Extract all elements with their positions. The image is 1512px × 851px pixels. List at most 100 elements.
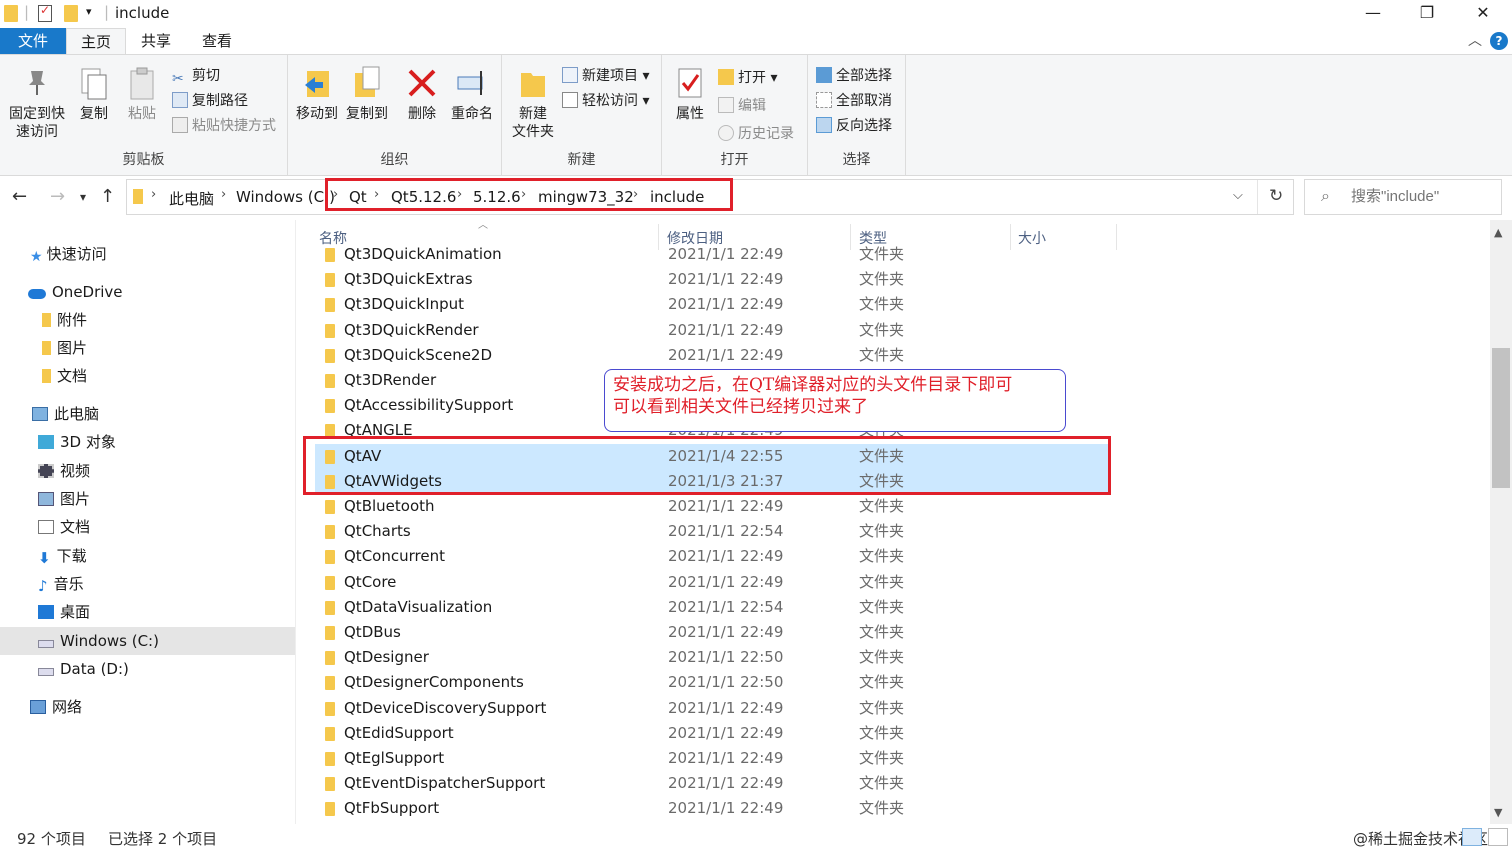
crumb-this-pc[interactable]: 此电脑 — [169, 188, 214, 209]
recent-locations-icon[interactable]: ▾ — [80, 190, 86, 204]
search-input[interactable] — [1351, 188, 1491, 205]
collapse-ribbon-icon[interactable]: ︿ — [1468, 30, 1482, 50]
copy-button[interactable]: 复制 — [72, 61, 116, 123]
file-type: 文件夹 — [859, 572, 905, 591]
refresh-icon[interactable]: ↻ — [1269, 186, 1283, 206]
table-row[interactable]: QtCharts 2021/1/1 22:54 文件夹 — [315, 519, 1110, 544]
sidebar-item-pictures[interactable]: 图片 — [0, 485, 295, 513]
move-to-button[interactable]: 移动到 — [292, 61, 342, 123]
cut-button[interactable]: ✂ 剪切 — [172, 65, 220, 87]
status-bar: 92 个项目 已选择 2 个项目 @稀土掘金技术社区 — [0, 824, 1512, 851]
vertical-scrollbar[interactable]: ▲ ▼ — [1490, 220, 1512, 824]
table-row[interactable]: QtEglSupport 2021/1/1 22:49 文件夹 — [315, 746, 1110, 771]
sidebar-item-onedrive[interactable]: OneDrive — [0, 278, 295, 306]
history-button[interactable]: 历史记录 — [718, 123, 794, 145]
table-row[interactable]: QtBluetooth 2021/1/1 22:49 文件夹 — [315, 494, 1110, 519]
table-row[interactable]: Qt3DQuickInput 2021/1/1 22:49 文件夹 — [315, 292, 1110, 317]
table-row[interactable]: QtDesignerComponents 2021/1/1 22:50 文件夹 — [315, 670, 1110, 695]
forward-arrow-icon[interactable]: → — [50, 186, 65, 207]
window-title: include — [115, 4, 170, 22]
sidebar-item-onedrive-pictures[interactable]: 图片 — [0, 334, 295, 362]
search-box[interactable]: ⌕ — [1304, 179, 1502, 215]
table-row[interactable]: Qt3DQuickRender 2021/1/1 22:49 文件夹 — [315, 318, 1110, 343]
table-row[interactable]: Qt3DQuickExtras 2021/1/1 22:49 文件夹 — [315, 267, 1110, 292]
table-row[interactable]: QtDBus 2021/1/1 22:49 文件夹 — [315, 620, 1110, 645]
sidebar-item-3d-objects[interactable]: 3D 对象 — [0, 428, 295, 456]
file-type: 文件夹 — [859, 673, 905, 692]
sidebar-item-data-d[interactable]: Data (D:) — [0, 655, 295, 683]
table-row[interactable]: QtDataVisualization 2021/1/1 22:54 文件夹 — [315, 595, 1110, 620]
up-arrow-icon[interactable]: ↑ — [100, 186, 115, 207]
tab-view[interactable]: 查看 — [186, 28, 248, 54]
drive-icon — [38, 640, 54, 648]
customize-toolbar-icon[interactable]: ▾ — [86, 5, 92, 18]
crumb-windows-c[interactable]: Windows (C:) — [236, 188, 335, 206]
scroll-thumb[interactable] — [1492, 348, 1510, 488]
edit-button[interactable]: 编辑 — [718, 95, 766, 117]
close-button[interactable]: ✕ — [1456, 0, 1510, 28]
file-date: 2021/1/1 22:50 — [668, 673, 784, 692]
table-row[interactable]: QtEventDispatcherSupport 2021/1/1 22:49 文件… — [315, 771, 1110, 796]
table-row[interactable]: QtDeviceDiscoverySupport 2021/1/1 22:49 文件… — [315, 696, 1110, 721]
table-row[interactable]: QtEdidSupport 2021/1/1 22:49 文件夹 — [315, 721, 1110, 746]
sidebar-item-onedrive-documents[interactable]: 文档 — [0, 362, 295, 390]
sidebar-item-music[interactable]: ♪ 音乐 — [0, 570, 295, 598]
sidebar-item-this-pc[interactable]: 此电脑 — [0, 400, 295, 428]
paste-shortcut-button[interactable]: 粘贴快捷方式 — [172, 115, 276, 137]
file-type: 文件夹 — [859, 270, 905, 289]
delete-button[interactable]: 删除 — [400, 61, 444, 123]
open-button[interactable]: 打开 ▾ — [718, 67, 777, 89]
sidebar-item-quick-access[interactable]: ★ 快速访问 — [0, 240, 295, 268]
new-folder-button[interactable]: 新建 文件夹 — [506, 61, 560, 141]
invert-selection-label: 反向选择 — [836, 118, 892, 134]
folder-icon — [325, 651, 335, 666]
tab-share[interactable]: 共享 — [126, 28, 186, 54]
folder-icon — [42, 369, 51, 383]
sidebar-item-windows-c[interactable]: Windows (C:) — [0, 627, 295, 655]
help-icon[interactable]: ? — [1490, 32, 1508, 50]
sidebar-item-videos[interactable]: 视频 — [0, 457, 295, 485]
back-arrow-icon[interactable]: ← — [12, 186, 27, 207]
file-name: Qt3DQuickRender — [344, 320, 479, 339]
properties-quick-icon[interactable]: ✓ — [38, 3, 52, 22]
sidebar-item-label: 网络 — [52, 698, 83, 716]
table-row[interactable]: QtDesigner 2021/1/1 22:50 文件夹 — [315, 645, 1110, 670]
properties-button[interactable]: 属性 — [668, 61, 712, 123]
new-item-icon — [562, 67, 578, 83]
select-none-button[interactable]: 全部取消 — [816, 90, 892, 112]
table-row[interactable]: Qt3DQuickScene2D 2021/1/1 22:49 文件夹 — [315, 343, 1110, 368]
details-view-icon[interactable] — [1462, 828, 1482, 846]
new-folder-quick-icon[interactable] — [64, 5, 78, 22]
tab-home[interactable]: 主页 — [66, 28, 126, 54]
cut-label: 剪切 — [192, 68, 220, 84]
history-label: 历史记录 — [738, 126, 794, 142]
sidebar-item-documents[interactable]: 文档 — [0, 513, 295, 541]
table-row[interactable]: QtFbSupport 2021/1/1 22:49 文件夹 — [315, 796, 1110, 821]
sidebar-item-attachments[interactable]: 附件 — [0, 306, 295, 334]
table-row[interactable]: QtConcurrent 2021/1/1 22:49 文件夹 — [315, 544, 1110, 569]
rename-button[interactable]: 重命名 — [446, 61, 498, 123]
copy-to-button[interactable]: 复制到 — [342, 61, 392, 123]
paste-button[interactable]: 粘贴 — [120, 61, 164, 123]
file-name: QtEventDispatcherSupport — [344, 774, 546, 793]
scroll-down-icon[interactable]: ▼ — [1494, 806, 1502, 819]
maximize-button[interactable]: ❐ — [1400, 0, 1454, 28]
select-all-button[interactable]: 全部选择 — [816, 65, 892, 87]
scroll-up-icon[interactable]: ▲ — [1494, 226, 1502, 239]
table-row[interactable]: Qt3DQuickAnimation 2021/1/1 22:49 文件夹 — [315, 242, 1110, 267]
large-icons-view-icon[interactable] — [1488, 828, 1508, 846]
invert-selection-button[interactable]: 反向选择 — [816, 115, 892, 137]
address-dropdown-icon[interactable]: ⌵ — [1233, 188, 1243, 203]
easy-access-button[interactable]: 轻松访问 ▾ — [562, 90, 649, 112]
new-item-button[interactable]: 新建项目 ▾ — [562, 65, 649, 87]
tab-file[interactable]: 文件 — [0, 28, 66, 54]
pin-quick-access-button[interactable]: 固定到快 速访问 — [4, 61, 70, 141]
sidebar-item-network[interactable]: 网络 — [0, 693, 295, 721]
file-type: 文件夹 — [859, 648, 905, 667]
sidebar-item-desktop[interactable]: 桌面 — [0, 598, 295, 626]
table-row[interactable]: QtCore 2021/1/1 22:49 文件夹 — [315, 570, 1110, 595]
minimize-button[interactable]: — — [1346, 0, 1400, 28]
network-icon — [30, 700, 46, 714]
sidebar-item-downloads[interactable]: ⬇ 下载 — [0, 542, 295, 570]
copy-path-button[interactable]: 复制路径 — [172, 90, 248, 112]
